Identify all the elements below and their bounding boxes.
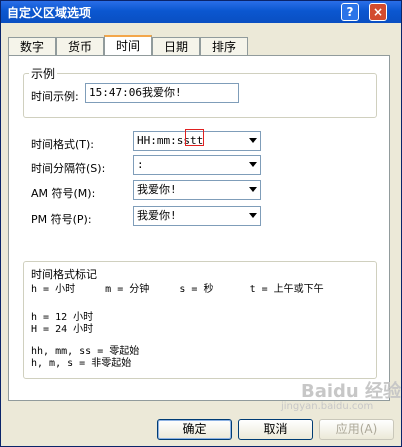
legend-line: h = 小时 m = 分钟 s = 秒 t = 上午或下午 xyxy=(31,284,324,295)
tab-currency[interactable]: 货币 xyxy=(56,37,104,55)
tab-sort[interactable]: 排序 xyxy=(200,37,248,55)
chevron-down-icon[interactable] xyxy=(249,162,257,167)
window-title: 自定义区域选项 xyxy=(7,6,92,20)
watermark-logo: Baidu 经验 xyxy=(301,381,402,402)
pm-symbol-value: 我爱你! xyxy=(137,209,177,222)
legend-line: H = 24 小时 xyxy=(31,324,94,335)
chevron-down-icon[interactable] xyxy=(249,187,257,192)
highlight-box xyxy=(185,129,204,146)
tab-time[interactable]: 时间 xyxy=(104,35,152,56)
pm-symbol-combo[interactable]: 我爱你! xyxy=(133,206,261,226)
apply-button[interactable]: 应用(A) xyxy=(319,419,394,440)
ok-button[interactable]: 确定 xyxy=(157,419,232,440)
tab-number[interactable]: 数字 xyxy=(8,37,56,55)
pm-symbol-label: PM 符号(P): xyxy=(31,213,92,226)
close-button[interactable]: × xyxy=(369,3,387,21)
cancel-button[interactable]: 取消 xyxy=(238,419,313,440)
am-symbol-value: 我爱你! xyxy=(137,183,177,196)
separator-value: : xyxy=(137,158,144,171)
am-symbol-combo[interactable]: 我爱你! xyxy=(133,180,261,200)
example-group-title: 示例 xyxy=(29,65,58,82)
separator-combo[interactable]: : xyxy=(133,155,261,175)
title-bar[interactable]: 自定义区域选项 ? × xyxy=(1,1,401,23)
am-symbol-label: AM 符号(M): xyxy=(31,187,96,200)
help-button[interactable]: ? xyxy=(341,3,359,21)
example-display: 15:47:06我爱你! xyxy=(85,83,239,103)
tab-panel-time: 示例 时间示例: 15:47:06我爱你! 时间格式(T): HH:mm:sst… xyxy=(8,55,390,401)
example-label: 时间示例: xyxy=(31,90,79,103)
dialog-window: 自定义区域选项 ? × 数字 货币 时间 日期 排序 示例 时间示例: 15:4… xyxy=(0,0,402,447)
chevron-down-icon[interactable] xyxy=(249,213,257,218)
legend-line: h, m, s = 非零起始 xyxy=(31,358,132,369)
tab-date[interactable]: 日期 xyxy=(152,37,200,55)
chevron-down-icon[interactable] xyxy=(249,138,257,143)
watermark-url: jingyan.baidu.com xyxy=(281,401,374,412)
time-format-label: 时间格式(T): xyxy=(31,138,95,151)
separator-label: 时间分隔符(S): xyxy=(31,162,106,175)
